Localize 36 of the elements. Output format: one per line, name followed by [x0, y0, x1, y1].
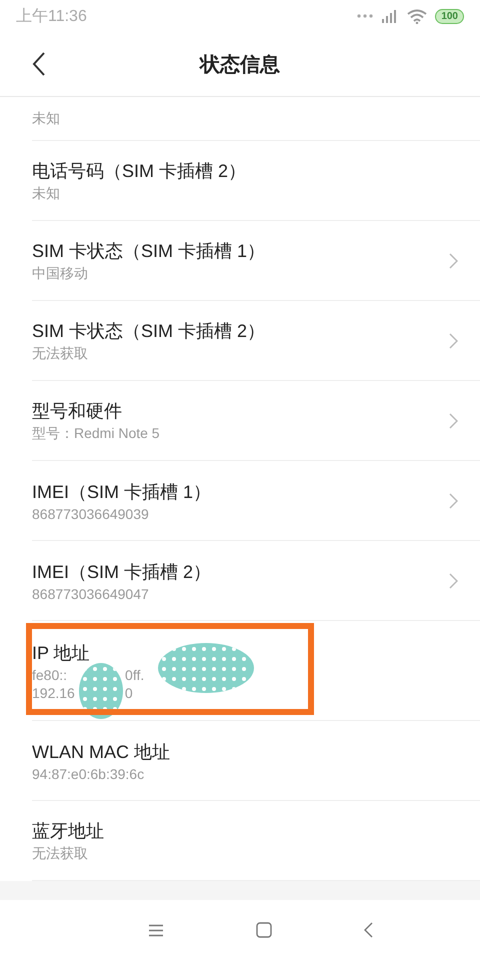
item-title: 电话号码（SIM 卡插槽 2） [32, 160, 248, 182]
item-value: 未知 [32, 110, 61, 128]
item-value: 192.16 [32, 684, 75, 700]
item-value: 94:87:e0:6b:39:6c [32, 766, 146, 782]
status-time: 上午11:36 [16, 6, 87, 26]
back-icon [364, 922, 372, 938]
item-value: 868773036649047 [32, 586, 150, 602]
list-item[interactable]: SIM 卡状态（SIM 卡插槽 2） 无法获取 [32, 301, 480, 381]
list-item[interactable]: IMEI（SIM 卡插槽 1） 868773036649039 [32, 461, 480, 541]
item-value: 0ff. [125, 666, 144, 682]
menu-icon [148, 924, 164, 936]
item-title: IMEI（SIM 卡插槽 1） [32, 480, 212, 504]
home-icon [256, 922, 272, 938]
item-title: IMEI（SIM 卡插槽 2） [32, 560, 212, 584]
item-title: 型号和硬件 [32, 400, 123, 422]
item-value: 868773036649039 [32, 506, 150, 522]
item-title: WLAN MAC 地址 [32, 740, 172, 764]
item-value: 无法获取 [32, 844, 89, 862]
item-title: SIM 卡状态（SIM 卡插槽 2） [32, 320, 266, 342]
item-value: 无法获取 [32, 344, 89, 362]
list-item[interactable]: SIM 卡状态（SIM 卡插槽 1） 中国移动 [32, 221, 480, 301]
battery-indicator: 100 [435, 8, 464, 24]
item-title: SIM 卡状态（SIM 卡插槽 1） [32, 240, 266, 262]
item-value: 0 [124, 684, 133, 700]
list-item[interactable]: 型号和硬件 型号：Redmi Note 5 [32, 381, 480, 461]
list-item[interactable]: IMEI（SIM 卡插槽 2） 868773036649047 [32, 541, 480, 621]
item-value: 中国移动 [32, 264, 89, 282]
item-value: fe80:: [32, 666, 68, 682]
page-title: 状态信息 [200, 50, 280, 78]
dots-icon [357, 14, 374, 18]
item-value: 型号：Redmi Note 5 [32, 424, 161, 442]
item-value: 未知 [32, 184, 61, 202]
wifi-icon [407, 8, 428, 24]
item-title: 蓝牙地址 [32, 820, 105, 842]
item-title: IP 地址 [32, 642, 91, 664]
back-icon [32, 52, 46, 76]
